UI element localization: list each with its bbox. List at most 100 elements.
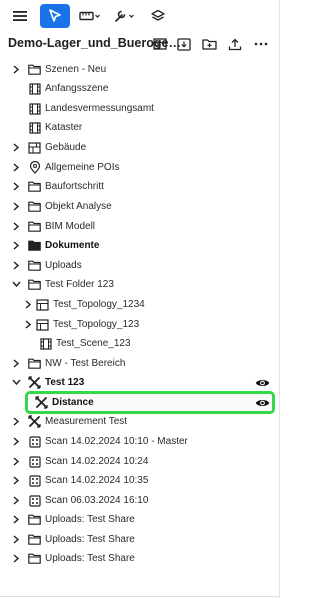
ruler-dropdown-icon [79,10,101,22]
tree-item[interactable]: BIM Modell [0,217,280,236]
chevron-right-icon[interactable] [23,299,33,309]
chevron-right-icon[interactable] [11,181,21,191]
tree-item[interactable]: Objekt Analyse [0,197,280,216]
tree-item-label: Dokumente [45,240,100,251]
tree-item[interactable]: Test_Topology_123 [0,315,280,334]
chevron-right-icon[interactable] [11,553,21,563]
chevron-right-icon[interactable] [11,142,21,152]
chevron-right-icon[interactable] [11,64,21,74]
chevron-right-icon[interactable] [11,514,21,524]
tree-item-label: Test_Scene_123 [56,338,131,349]
folder-icon [28,552,41,565]
chevron-right-icon[interactable] [11,358,21,368]
scene-icon [39,337,52,350]
tree-item-label: NW - Test Bereich [45,358,126,369]
tree-item[interactable]: Anfangsszene [0,79,280,98]
scan-icon [28,494,41,507]
chevron-right-icon[interactable] [11,495,21,505]
tree-item[interactable]: Test Folder 123 [0,275,280,294]
location-pin-icon [28,161,41,174]
folder-icon [28,357,41,370]
tree-item-label: Allgemeine POIs [45,162,120,173]
tree-item[interactable]: Uploads: Test Share [0,549,280,568]
select-tool-button[interactable] [40,4,70,28]
layers-button[interactable] [148,4,168,28]
tree-item-label: BIM Modell [45,221,96,232]
scan-icon [28,474,41,487]
tree-item[interactable]: Landesvermessungsamt [0,99,280,118]
chevron-right-icon[interactable] [11,416,21,426]
tree-item[interactable]: Szenen - Neu [0,60,280,79]
tools-dropdown[interactable] [112,4,136,28]
table-icon [36,298,49,311]
tree-item[interactable]: Scan 06.03.2024 16:10 [0,491,280,510]
chevron-right-icon[interactable] [11,221,21,231]
chevron-right-icon[interactable] [11,475,21,485]
folder-icon [28,180,41,193]
measure-tool-dropdown[interactable] [78,4,102,28]
chevron-down-icon[interactable] [11,377,21,387]
tree-item[interactable]: NW - Test Bereich [0,354,280,373]
tree-item[interactable]: Test_Topology_1234 [0,295,280,314]
cursor-arrow-icon [48,9,62,23]
chevron-right-icon[interactable] [11,240,21,250]
tree-item-label: Test Folder 123 [45,279,114,290]
tree-item-label: Kataster [45,122,83,133]
scene-icon [28,121,41,134]
chevron-right-icon[interactable] [11,260,21,270]
building-icon [28,141,41,154]
tree-item[interactable]: Allgemeine POIs [0,158,280,177]
upload-icon[interactable] [226,35,244,53]
tree-item-label: Scan 14.02.2024 10:24 [45,456,149,467]
measurement-icon [28,376,41,389]
folder-icon [28,63,41,76]
folder-icon [28,200,41,213]
tree-item[interactable]: Scan 14.02.2024 10:35 [0,471,280,490]
import-icon[interactable] [175,35,193,53]
chevron-right-icon[interactable] [11,436,21,446]
chevron-right-icon[interactable] [11,201,21,211]
visibility-eye-icon[interactable] [254,396,270,409]
project-header: Demo-Lager_und_Bueroge… [0,32,280,58]
chevron-right-icon[interactable] [11,534,21,544]
tree-item[interactable]: Dokumente [0,236,280,255]
visibility-eye-icon[interactable] [254,376,270,389]
tree-item[interactable]: Uploads: Test Share [0,510,280,529]
folder-icon [28,533,41,546]
table-icon[interactable] [151,35,169,53]
tree-item-label: Uploads: Test Share [45,553,135,564]
panel-right-border [279,0,280,598]
tree-item[interactable]: Distance [0,393,280,412]
tree-item[interactable]: Scan 14.02.2024 10:10 - Master [0,432,280,451]
scene-icon [28,102,41,115]
chevron-right-icon[interactable] [23,319,33,329]
tree-item-label: Scan 14.02.2024 10:35 [45,475,149,486]
tree-item[interactable]: Baufortschritt [0,177,280,196]
more-icon[interactable] [252,35,270,53]
tree-item[interactable]: Test 123 [0,373,280,392]
hamburger-menu-icon[interactable] [10,4,30,28]
panel-bottom-border [0,596,280,597]
folder-filled-icon [28,239,41,252]
folder-icon [28,259,41,272]
chevron-right-icon[interactable] [11,162,21,172]
scene-icon [28,82,41,95]
tree-item[interactable]: Kataster [0,118,280,137]
folder-icon [28,278,41,291]
tree-item-label: Test_Topology_1234 [53,299,145,310]
tree-item[interactable]: Uploads [0,256,280,275]
tree-item-label: Scan 06.03.2024 16:10 [45,495,149,506]
tree-item[interactable]: Uploads: Test Share [0,530,280,549]
tree-item[interactable]: Test_Scene_123 [0,334,280,353]
folder-icon [28,220,41,233]
tree-item-label: Gebäude [45,142,87,153]
table-icon [36,318,49,331]
tree-item-label: Baufortschritt [45,181,104,192]
tree-item[interactable]: Gebäude [0,138,280,157]
tree-item[interactable]: Measurement Test [0,412,280,431]
chevron-right-icon[interactable] [11,456,21,466]
new-folder-icon[interactable] [200,35,218,53]
chevron-down-icon[interactable] [11,279,21,289]
tree-item[interactable]: Scan 14.02.2024 10:24 [0,452,280,471]
scan-icon [28,435,41,448]
